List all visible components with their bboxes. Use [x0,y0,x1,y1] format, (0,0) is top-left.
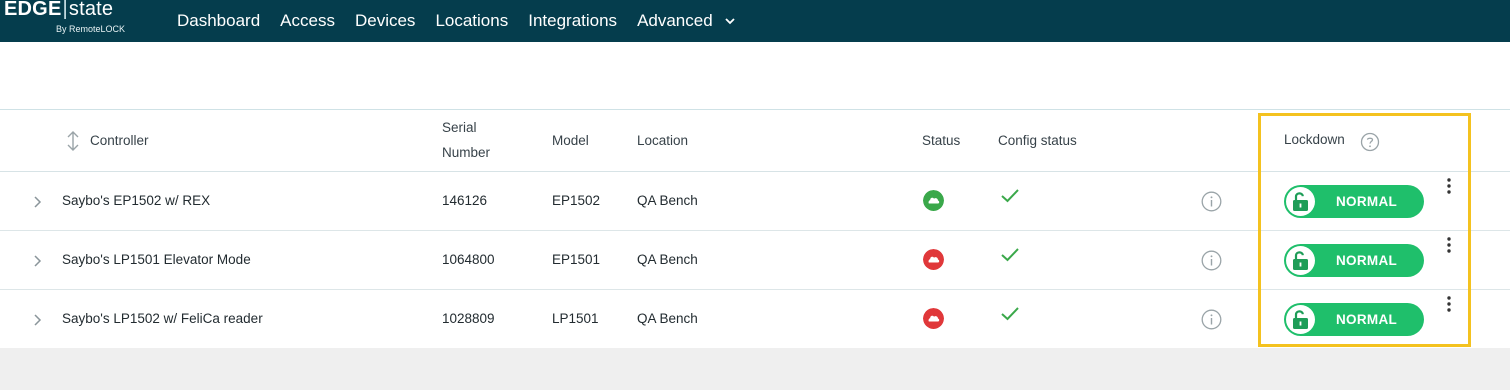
lockdown-toggle[interactable]: NORMAL [1284,244,1424,277]
chevron-right-icon[interactable] [32,254,42,268]
nav-advanced-label: Advanced [637,11,713,30]
serial-number: 146126 [442,193,488,208]
nav-access[interactable]: Access [280,11,335,31]
unlock-icon [1293,192,1308,211]
header-status: Status [922,133,961,148]
lockdown-toggle[interactable]: NORMAL [1284,185,1424,218]
unlock-icon [1293,251,1308,270]
nav-locations[interactable]: Locations [435,11,508,31]
table-row[interactable]: Saybo's LP1501 Elevator Mode 1064800 EP1… [0,231,1510,290]
cloud-offline-icon [923,308,944,329]
header-lockdown: Lockdown [1284,132,1345,147]
chevron-down-icon [725,18,735,25]
location: QA Bench [637,252,698,267]
top-navbar: EDGE|state By RemoteLOCK Dashboard Acces… [0,0,1510,42]
table-row[interactable]: Saybo's LP1502 w/ FeliCa reader 1028809 … [0,290,1510,349]
check-icon [1001,189,1019,203]
logo-tagline: By RemoteLOCK [56,24,126,34]
model: LP1501 [552,311,599,326]
header-serial-line2: Number [442,145,491,160]
help-icon[interactable] [1360,132,1380,152]
lockdown-state: NORMAL [1336,194,1398,209]
controller-name[interactable]: Saybo's LP1502 w/ FeliCa reader [62,311,263,326]
chevron-right-icon[interactable] [32,313,42,327]
serial-number: 1028809 [442,311,495,326]
serial-number: 1064800 [442,252,495,267]
check-icon [1001,248,1019,262]
controllers-table: Controller Serial Number Model Location … [0,109,1510,349]
page-footer-area [0,348,1510,390]
location: QA Bench [637,193,698,208]
toggle-knob [1286,187,1315,216]
more-options-icon[interactable] [1445,295,1453,313]
check-icon [1001,307,1019,321]
header-location: Location [637,133,689,148]
nav-advanced[interactable]: Advanced [637,11,737,31]
toggle-knob [1286,305,1315,334]
controller-name[interactable]: Saybo's EP1502 w/ REX [62,193,210,208]
nav-dashboard[interactable]: Dashboard [177,11,260,31]
header-model: Model [552,133,589,148]
more-options-icon[interactable] [1445,236,1453,254]
sort-icon[interactable] [65,130,81,152]
toggle-knob [1286,246,1315,275]
lockdown-state: NORMAL [1336,253,1398,268]
header-serial-line1: Serial [442,120,477,135]
cloud-offline-icon [923,249,944,270]
table-row[interactable]: Saybo's EP1502 w/ REX 146126 EP1502 QA B… [0,172,1510,231]
nav-integrations[interactable]: Integrations [528,11,617,31]
model: EP1501 [552,252,601,267]
location: QA Bench [637,311,698,326]
info-icon[interactable] [1201,309,1222,330]
more-options-icon[interactable] [1445,177,1453,195]
header-controller[interactable]: Controller [90,133,149,148]
lockdown-state: NORMAL [1336,312,1398,327]
table-header: Controller Serial Number Model Location … [0,110,1510,172]
unlock-icon [1293,310,1308,329]
model: EP1502 [552,193,601,208]
header-config-status: Config status [998,133,1077,148]
controller-name[interactable]: Saybo's LP1501 Elevator Mode [62,252,251,267]
logo-wordmark: EDGE|state [4,0,114,20]
cloud-online-icon [923,190,944,211]
main-nav: Dashboard Access Devices Locations Integ… [177,0,757,42]
chevron-right-icon[interactable] [32,195,42,209]
info-icon[interactable] [1201,250,1222,271]
nav-devices[interactable]: Devices [355,11,415,31]
lockdown-toggle[interactable]: NORMAL [1284,303,1424,336]
info-icon[interactable] [1201,191,1222,212]
